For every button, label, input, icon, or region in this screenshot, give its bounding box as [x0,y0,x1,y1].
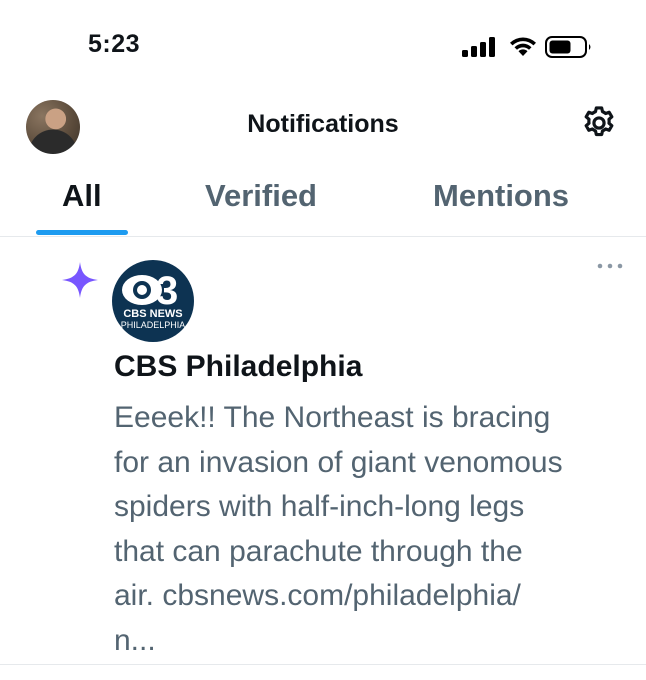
notification-text-line: for an invasion of giant venomous [114,445,563,479]
wifi-icon [510,37,536,56]
more-icon[interactable] [592,256,632,276]
notification-text-line: Eeeek!! The Northeast is bracing [114,401,551,434]
notification-text-line: n... [114,623,156,657]
gear-icon[interactable] [580,104,618,142]
logo-city: PHILADELPHIA [120,320,186,330]
status-bar: 5:23 [0,0,646,90]
tab-bar: All Verified Mentions [0,160,646,237]
notification-author[interactable]: CBS Philadelphia [114,350,362,384]
notification-text-line: spiders with half-inch-long legs [114,490,525,523]
logo-brand: CBS NEWS [123,308,183,320]
notification-link-line: air. cbsnews.com/philadelphia/ [114,579,521,612]
signal-icon [462,37,495,57]
notification-text[interactable]: Eeeek!! The Northeast is bracing for an … [114,396,639,663]
tab-verified[interactable]: Verified [205,178,317,214]
active-tab-indicator [36,230,128,235]
cbs-eye-icon: 3 [122,269,179,313]
cbs-philadelphia-logo[interactable]: 3 CBS NEWS PHILADELPHIA [112,260,194,342]
notification-item[interactable]: 3 CBS NEWS PHILADELPHIA CBS Philadelphia… [0,236,646,665]
header: Notifications [0,90,646,160]
logo-number: 3 [156,270,177,310]
battery-icon [545,36,591,58]
sparkle-icon [62,262,98,298]
tab-mentions[interactable]: Mentions [433,178,569,214]
tab-all[interactable]: All [62,178,102,214]
notification-text-line: that can parachute through the [114,534,523,568]
status-time: 5:23 [88,30,141,58]
page-title: Notifications [247,110,399,138]
